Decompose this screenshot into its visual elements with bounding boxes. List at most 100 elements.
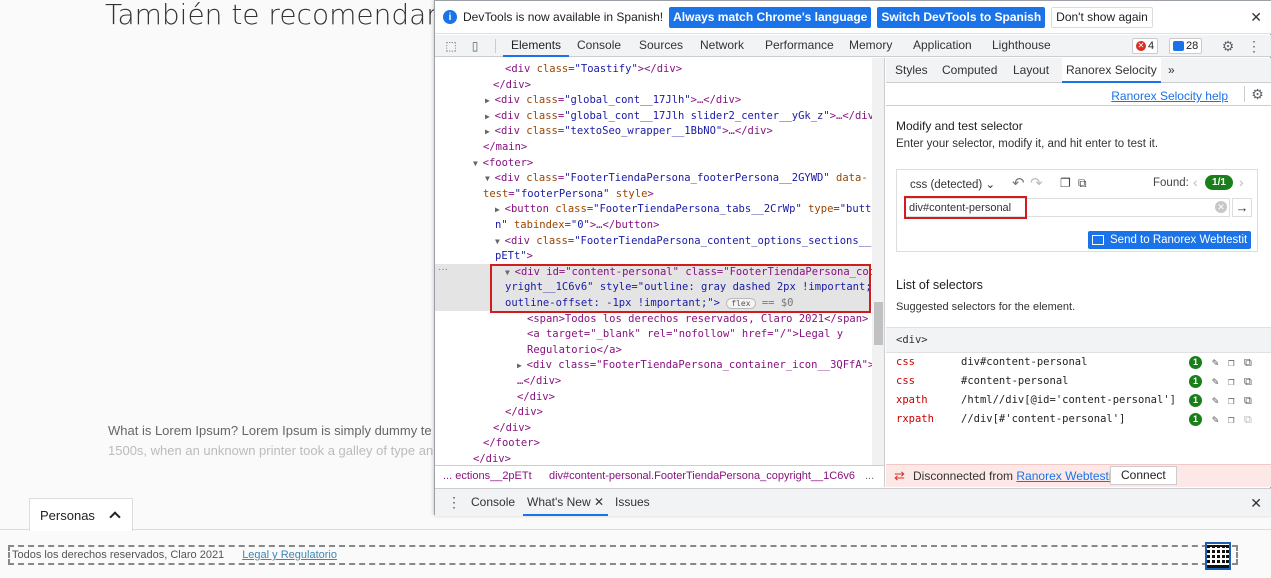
dom-node[interactable]: ▶ <button class="FooterTiendaPersona_tab… bbox=[435, 202, 878, 218]
highlight-element-icon[interactable]: ⧉ bbox=[1244, 391, 1252, 410]
connect-button[interactable]: Connect bbox=[1110, 466, 1177, 485]
selector-type-dropdown[interactable]: css (detected) ⌄ bbox=[910, 177, 995, 191]
highlight-element-icon[interactable]: ⧉ bbox=[1244, 372, 1252, 391]
tab-application[interactable]: Application bbox=[913, 35, 972, 57]
info-icon: i bbox=[443, 10, 457, 24]
dom-node[interactable]: </div> bbox=[435, 390, 871, 406]
tab-elements[interactable]: Elements bbox=[503, 35, 570, 57]
dom-node[interactable]: Regulatorio</a> bbox=[435, 343, 871, 359]
highlight-element-icon[interactable]: ⧉ bbox=[1244, 353, 1252, 372]
close-icon[interactable]: ✕ bbox=[1250, 9, 1262, 26]
selocity-help-link[interactable]: Ranorex Selocity help bbox=[1111, 89, 1228, 103]
copy-icon[interactable]: ❐ bbox=[1228, 410, 1235, 429]
dom-node[interactable]: ▼ <div class="FooterTiendaPersona_conten… bbox=[435, 234, 878, 250]
device-toolbar-icon[interactable]: ▯ bbox=[467, 38, 483, 54]
dom-node[interactable]: </footer> bbox=[435, 436, 871, 452]
drawer-tab-whats-new[interactable]: What's New ✕ bbox=[523, 489, 609, 516]
chevron-right-icon[interactable]: › bbox=[1239, 174, 1244, 190]
more-options-icon[interactable]: ⋮ bbox=[1246, 38, 1262, 54]
lorem-text-line: 1500s, when an unknown printer took a ga… bbox=[108, 443, 434, 458]
dom-node[interactable]: </div> bbox=[435, 452, 871, 465]
highlight-element-icon[interactable]: ⧉ bbox=[1244, 410, 1252, 429]
message-count-badge[interactable]: 28 bbox=[1169, 38, 1203, 54]
breadcrumb-more[interactable]: ... bbox=[865, 466, 874, 487]
close-icon[interactable]: ✕ bbox=[594, 495, 604, 509]
dom-node[interactable]: <div class="Toastify"></div> bbox=[435, 62, 871, 78]
more-tabs-icon[interactable]: » bbox=[1168, 58, 1175, 83]
redo-icon[interactable]: ↷ bbox=[1030, 174, 1043, 192]
dom-node[interactable]: ▶ <div class="global_cont__17Jlh">…</div… bbox=[435, 93, 871, 109]
dom-node[interactable]: ▶ <div class="FooterTiendaPersona_contai… bbox=[435, 358, 874, 374]
selector-expression: #content-personal bbox=[961, 375, 1069, 387]
selector-type: css bbox=[896, 356, 915, 368]
close-drawer-icon[interactable]: ✕ bbox=[1250, 495, 1262, 512]
dom-node[interactable]: <span>Todos los derechos reservados, Cla… bbox=[435, 312, 871, 328]
edit-icon[interactable]: ✎ bbox=[1212, 410, 1219, 429]
dom-node[interactable]: ▶ <div class="global_cont__17Jlh slider2… bbox=[435, 109, 880, 125]
match-language-button[interactable]: Always match Chrome's language bbox=[669, 6, 872, 28]
tab-performance[interactable]: Performance bbox=[765, 35, 834, 57]
selector-row[interactable]: xpath /html//div[@id='content-personal']… bbox=[886, 391, 1271, 410]
dom-node[interactable]: </main> bbox=[435, 140, 871, 156]
tab-ranorex-selocity[interactable]: Ranorex Selocity bbox=[1062, 58, 1161, 83]
undo-icon[interactable]: ↶ bbox=[1012, 174, 1025, 192]
copy-icon[interactable]: ❐ bbox=[1228, 372, 1235, 391]
dom-node[interactable]: ▼ <div class="FooterTiendaPersona_footer… bbox=[435, 171, 871, 187]
edit-icon[interactable]: ✎ bbox=[1212, 353, 1219, 372]
dom-node[interactable]: n" tabindex="0">…</button> bbox=[435, 218, 871, 234]
copy-icon[interactable]: ❐ bbox=[1060, 176, 1071, 190]
highlight-element-icon[interactable]: ⧉ bbox=[1078, 176, 1087, 191]
clear-icon[interactable]: ✕ bbox=[1215, 201, 1227, 213]
copy-icon[interactable]: ❐ bbox=[1228, 391, 1235, 410]
selector-row[interactable]: rxpath //div[#'content-personal'] 1 ✎ ❐ … bbox=[886, 410, 1271, 429]
tab-network[interactable]: Network bbox=[700, 35, 744, 57]
dom-node[interactable]: </div> bbox=[435, 421, 871, 437]
copy-icon[interactable]: ❐ bbox=[1228, 353, 1235, 372]
more-options-icon[interactable]: ⋮ bbox=[447, 489, 461, 516]
drawer-tab-issues[interactable]: Issues bbox=[615, 489, 650, 516]
arrow-right-icon[interactable]: → bbox=[1232, 198, 1252, 217]
scrollbar[interactable] bbox=[872, 58, 884, 465]
dom-node[interactable]: test="footerPersona" style> bbox=[435, 187, 871, 203]
drawer-tab-label: What's New bbox=[527, 495, 591, 509]
dom-node[interactable]: …</div> bbox=[435, 374, 871, 390]
dom-node[interactable]: pETt"> bbox=[435, 249, 871, 265]
switch-spanish-button[interactable]: Switch DevTools to Spanish bbox=[877, 6, 1046, 28]
tab-layout[interactable]: Layout bbox=[1013, 58, 1049, 83]
dom-node[interactable]: ▼ <footer> bbox=[435, 156, 871, 172]
dont-show-again-button[interactable]: Don't show again bbox=[1051, 6, 1153, 28]
lorem-text-line: What is Lorem Ipsum? Lorem Ipsum is simp… bbox=[108, 423, 432, 438]
personas-tab[interactable]: Personas bbox=[29, 498, 133, 531]
selector-type: xpath bbox=[896, 394, 928, 406]
scrollbar-thumb[interactable] bbox=[874, 302, 883, 345]
help-row: Ranorex Selocity help ⚙ bbox=[886, 84, 1271, 106]
error-count-badge[interactable]: ✕ 4 bbox=[1132, 38, 1159, 54]
inspect-element-icon[interactable]: ⬚ bbox=[443, 38, 459, 54]
gear-icon[interactable]: ⚙ bbox=[1244, 86, 1266, 102]
chevron-left-icon[interactable]: ‹ bbox=[1193, 174, 1198, 190]
send-button-label: Send to Ranorex Webtestit bbox=[1110, 234, 1248, 246]
footer-legal-link[interactable]: Legal y Regulatorio bbox=[242, 549, 337, 561]
tab-console[interactable]: Console bbox=[577, 35, 621, 57]
qr-code-icon[interactable] bbox=[1205, 542, 1231, 570]
edit-icon[interactable]: ✎ bbox=[1212, 391, 1219, 410]
dom-node[interactable]: </div> bbox=[435, 78, 871, 94]
tab-styles[interactable]: Styles bbox=[895, 58, 928, 83]
dom-node[interactable]: </div> bbox=[435, 405, 871, 421]
selector-row[interactable]: css #content-personal 1 ✎ ❐ ⧉ bbox=[886, 372, 1271, 391]
error-count: 4 bbox=[1148, 40, 1155, 52]
gear-icon[interactable]: ⚙ bbox=[1220, 38, 1236, 54]
drawer-tab-console[interactable]: Console bbox=[471, 489, 515, 516]
selector-row[interactable]: css div#content-personal 1 ✎ ❐ ⧉ bbox=[886, 353, 1271, 372]
tab-computed[interactable]: Computed bbox=[942, 58, 997, 83]
tab-sources[interactable]: Sources bbox=[639, 35, 683, 57]
breadcrumb-item-selected[interactable]: div#content-personal.FooterTiendaPersona… bbox=[547, 466, 857, 487]
webtestit-link[interactable]: Ranorex Webtestit bbox=[1016, 469, 1115, 483]
dom-node[interactable]: <a target="_blank" rel="nofollow" href="… bbox=[435, 327, 871, 343]
edit-icon[interactable]: ✎ bbox=[1212, 372, 1219, 391]
tab-memory[interactable]: Memory bbox=[849, 35, 892, 57]
send-to-webtestit-button[interactable]: Send to Ranorex Webtestit bbox=[1088, 231, 1251, 249]
tab-lighthouse[interactable]: Lighthouse bbox=[992, 35, 1051, 57]
breadcrumb-item[interactable]: ... ections__2pETt bbox=[443, 466, 532, 487]
dom-node[interactable]: ▶ <div class="textoSeo_wrapper__1BbNO">…… bbox=[435, 124, 871, 140]
